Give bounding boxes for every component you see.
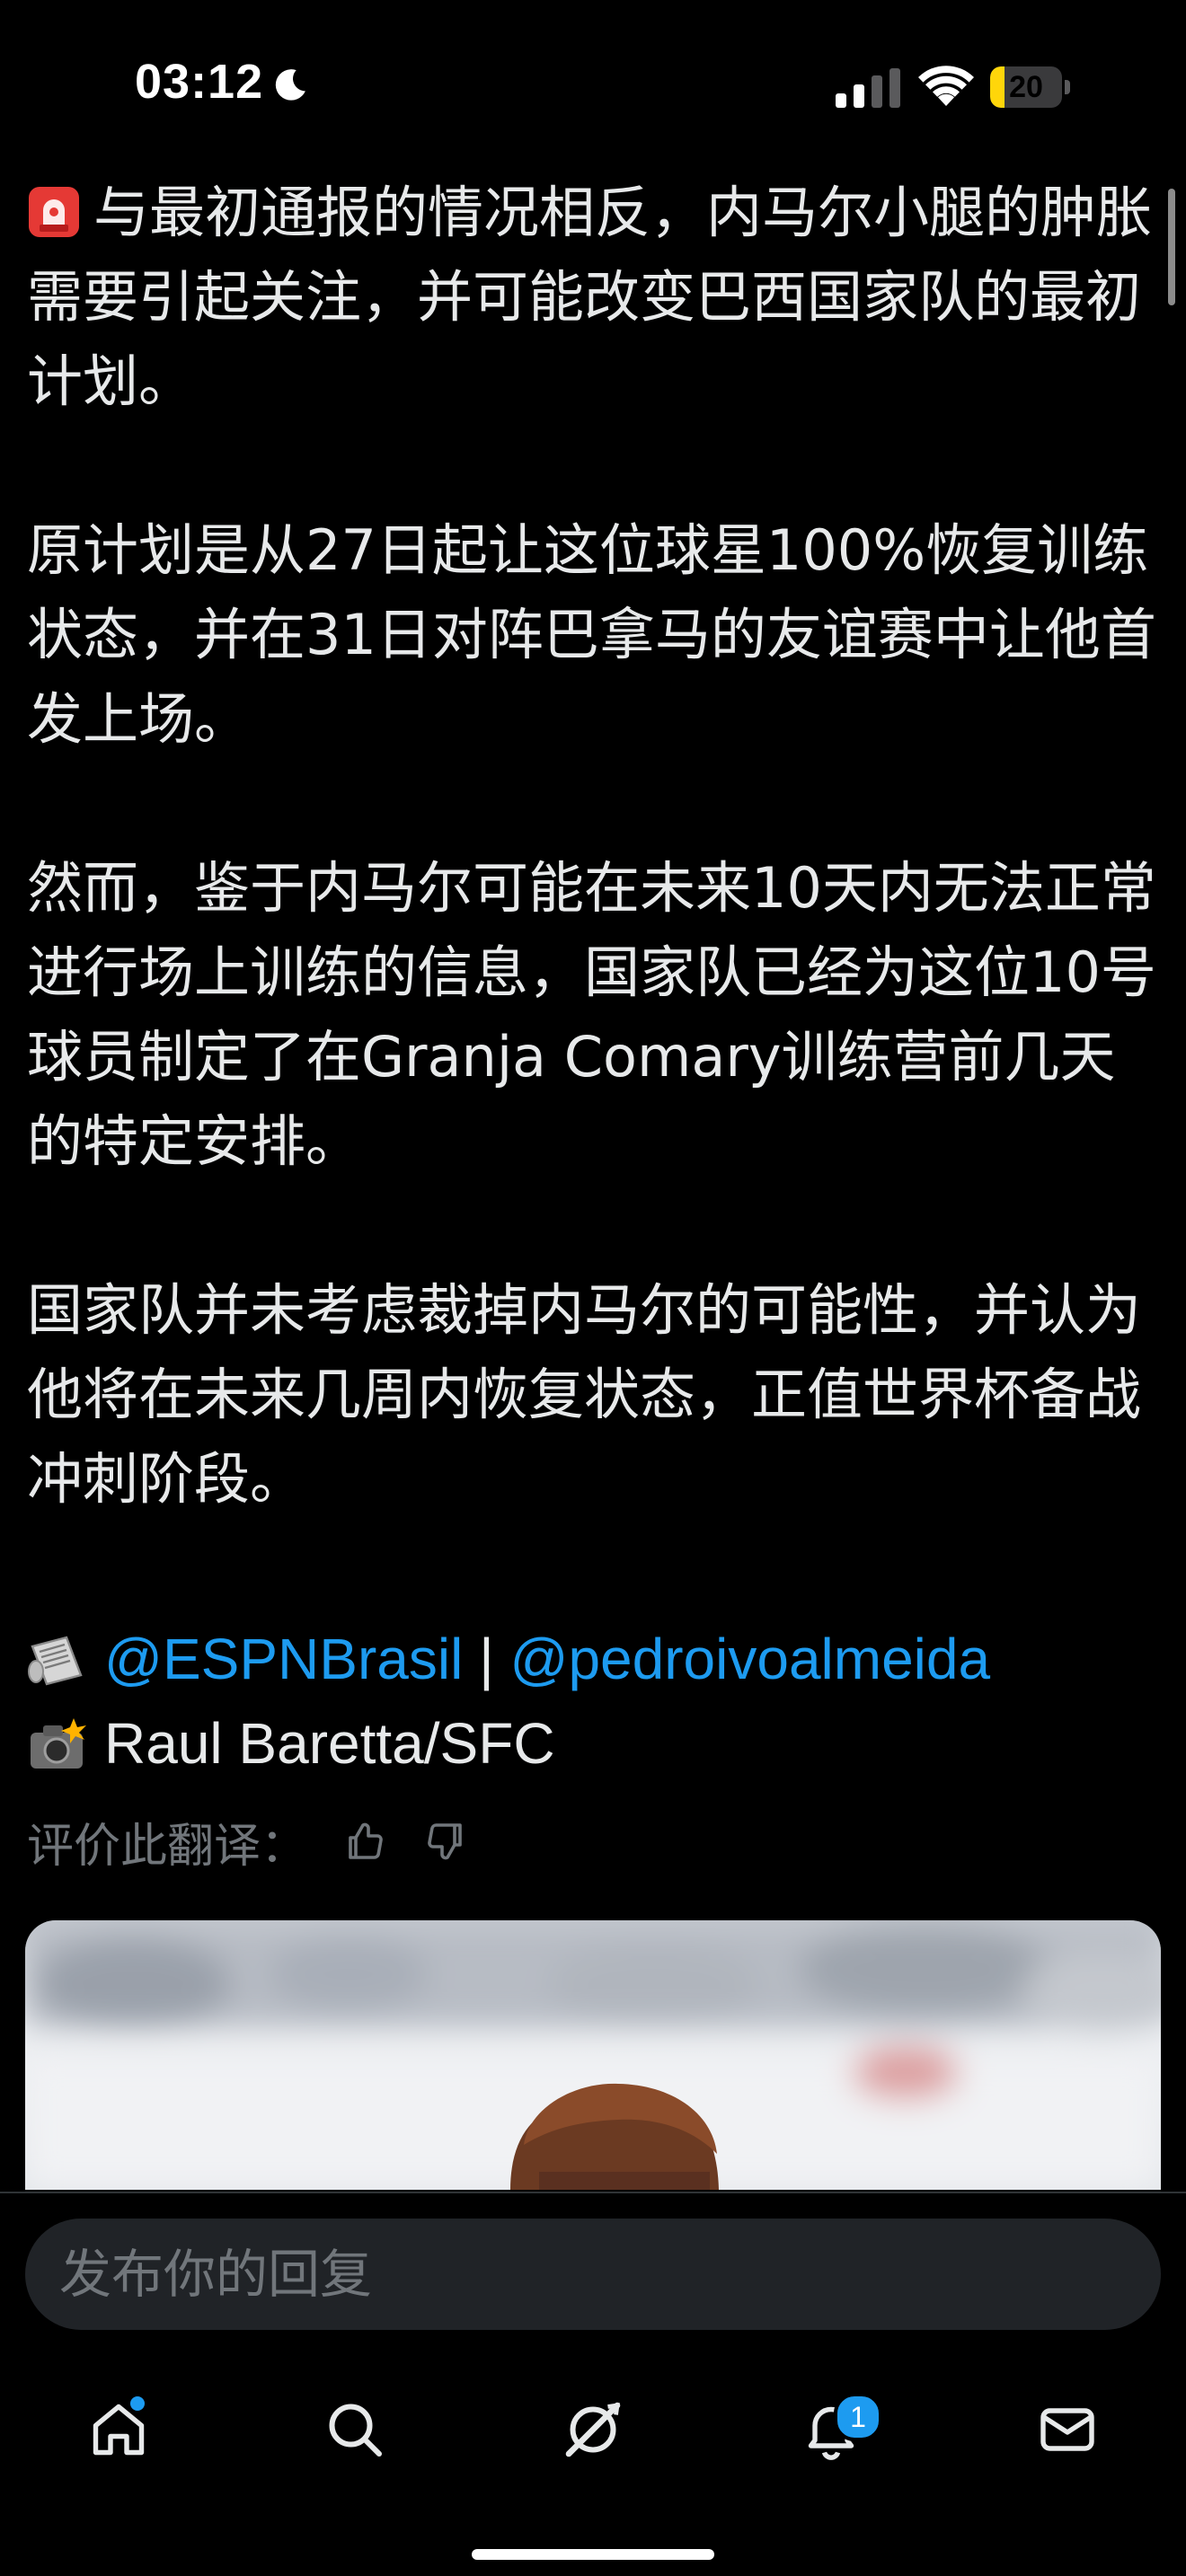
battery-level-text: 20 [1009, 70, 1043, 104]
envelope-icon [1040, 2408, 1094, 2451]
home-unread-dot [130, 2396, 145, 2411]
photo-credit-text: Raul Baretta/SFC [104, 1711, 555, 1776]
search-icon [329, 2404, 382, 2457]
wifi-icon [918, 66, 974, 106]
mention-pedroivoalmeida-link[interactable]: @pedroivoalmeida [509, 1627, 990, 1691]
mention-espnbrasil-link[interactable]: @ESPNBrasil [104, 1627, 463, 1691]
tweet-paragraph-4: 国家队并未考虑裁掉内马尔的可能性，并认为他将在未来几周内恢复状态，正值世界杯备战… [27, 1277, 1142, 1512]
nav-home[interactable] [69, 2380, 168, 2479]
home-indicator[interactable] [472, 2549, 714, 2560]
battery-icon: 20 [990, 66, 1071, 108]
photo-credit-line: Raul Baretta/SFC [27, 1701, 1168, 1786]
nav-grok[interactable] [544, 2380, 642, 2479]
status-time: 03:12 [135, 55, 264, 109]
thumbs-down-icon[interactable] [424, 1820, 467, 1863]
camera-flash-emoji-icon [31, 1718, 86, 1769]
cellular-signal-icon [836, 68, 900, 108]
photo-background [25, 1920, 1161, 2190]
moon-icon [275, 69, 305, 101]
siren-emoji-icon [29, 187, 79, 237]
nav-search[interactable] [305, 2380, 404, 2479]
thumbs-up-icon[interactable] [343, 1820, 386, 1863]
source-separator: | [463, 1627, 510, 1691]
tweet-paragraph-1: 与最初通报的情况相反，内马尔小腿的肿胀需要引起关注，并可能改变巴西国家队的最初计… [27, 171, 1168, 424]
rate-translation-label: 评价此翻译： [27, 1819, 308, 1874]
bottom-navigation: 1 [0, 2335, 1186, 2576]
newspaper-emoji-icon [28, 1636, 83, 1686]
grok-icon [565, 2402, 621, 2457]
tweet-paragraph-2: 原计划是从27日起让这位球星100%恢复训练状态，并在31日对阵巴拿马的友谊赛中… [27, 517, 1156, 752]
reply-input[interactable] [25, 2219, 1161, 2330]
scroll-indicator[interactable] [1168, 189, 1175, 305]
nav-notifications[interactable]: 1 [782, 2380, 882, 2479]
notification-badge: 1 [834, 2393, 882, 2441]
tweet-photo[interactable] [25, 1920, 1161, 2190]
status-bar: 03:12 20 [0, 0, 1186, 171]
tweet-paragraph-1-text: 与最初通报的情况相反，内马尔小腿的肿胀需要引起关注，并可能改变巴西国家队的最初计… [27, 180, 1153, 414]
reply-bar [0, 2192, 1186, 2337]
source-line: @ESPNBrasil | @pedroivoalmeida [27, 1617, 1168, 1701]
nav-messages[interactable] [1018, 2380, 1117, 2479]
tweet-credits: @ESPNBrasil | @pedroivoalmeida Raul Bare… [27, 1617, 1168, 1786]
rate-translation: 评价此翻译： [27, 1805, 505, 1877]
tweet-text: 与最初通报的情况相反，内马尔小腿的肿胀需要引起关注，并可能改变巴西国家队的最初计… [27, 171, 1168, 1606]
tweet-paragraph-3: 然而，鉴于内马尔可能在未来10天内无法正常进行场上训练的信息，国家队已经为这位1… [27, 855, 1156, 1174]
